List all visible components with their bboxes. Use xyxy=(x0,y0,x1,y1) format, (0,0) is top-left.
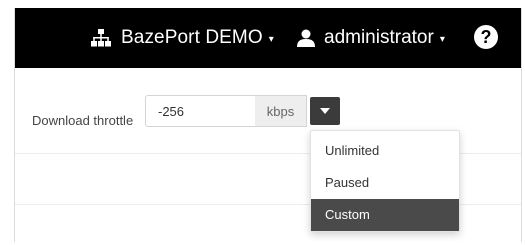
chevron-down-icon: ▾ xyxy=(439,33,445,45)
user-menu[interactable]: administrator ▾ xyxy=(297,25,445,51)
org-name: BazePort DEMO xyxy=(121,27,263,48)
org-selector[interactable]: BazePort DEMO ▾ xyxy=(91,25,274,51)
user-icon xyxy=(297,29,315,47)
sitemap-icon xyxy=(91,29,111,47)
unit-addon: kbps xyxy=(255,95,307,127)
app-window: BazePort DEMO ▾ administrator ▾ ? Downlo… xyxy=(14,8,522,242)
caret-down-icon xyxy=(320,108,330,114)
chevron-down-icon: ▾ xyxy=(268,33,274,45)
menu-item-unlimited[interactable]: Unlimited xyxy=(311,135,459,167)
top-navbar: BazePort DEMO ▾ administrator ▾ ? xyxy=(15,8,521,68)
throttle-mode-dropdown-toggle[interactable] xyxy=(310,97,340,125)
menu-item-paused[interactable]: Paused xyxy=(311,167,459,199)
help-icon[interactable]: ? xyxy=(474,25,498,49)
download-throttle-input[interactable] xyxy=(145,95,256,127)
throttle-mode-menu: Unlimited Paused Custom xyxy=(310,130,460,232)
menu-item-custom[interactable]: Custom xyxy=(311,199,459,231)
user-name: administrator xyxy=(324,27,434,48)
download-throttle-label: Download throttle xyxy=(32,113,134,128)
